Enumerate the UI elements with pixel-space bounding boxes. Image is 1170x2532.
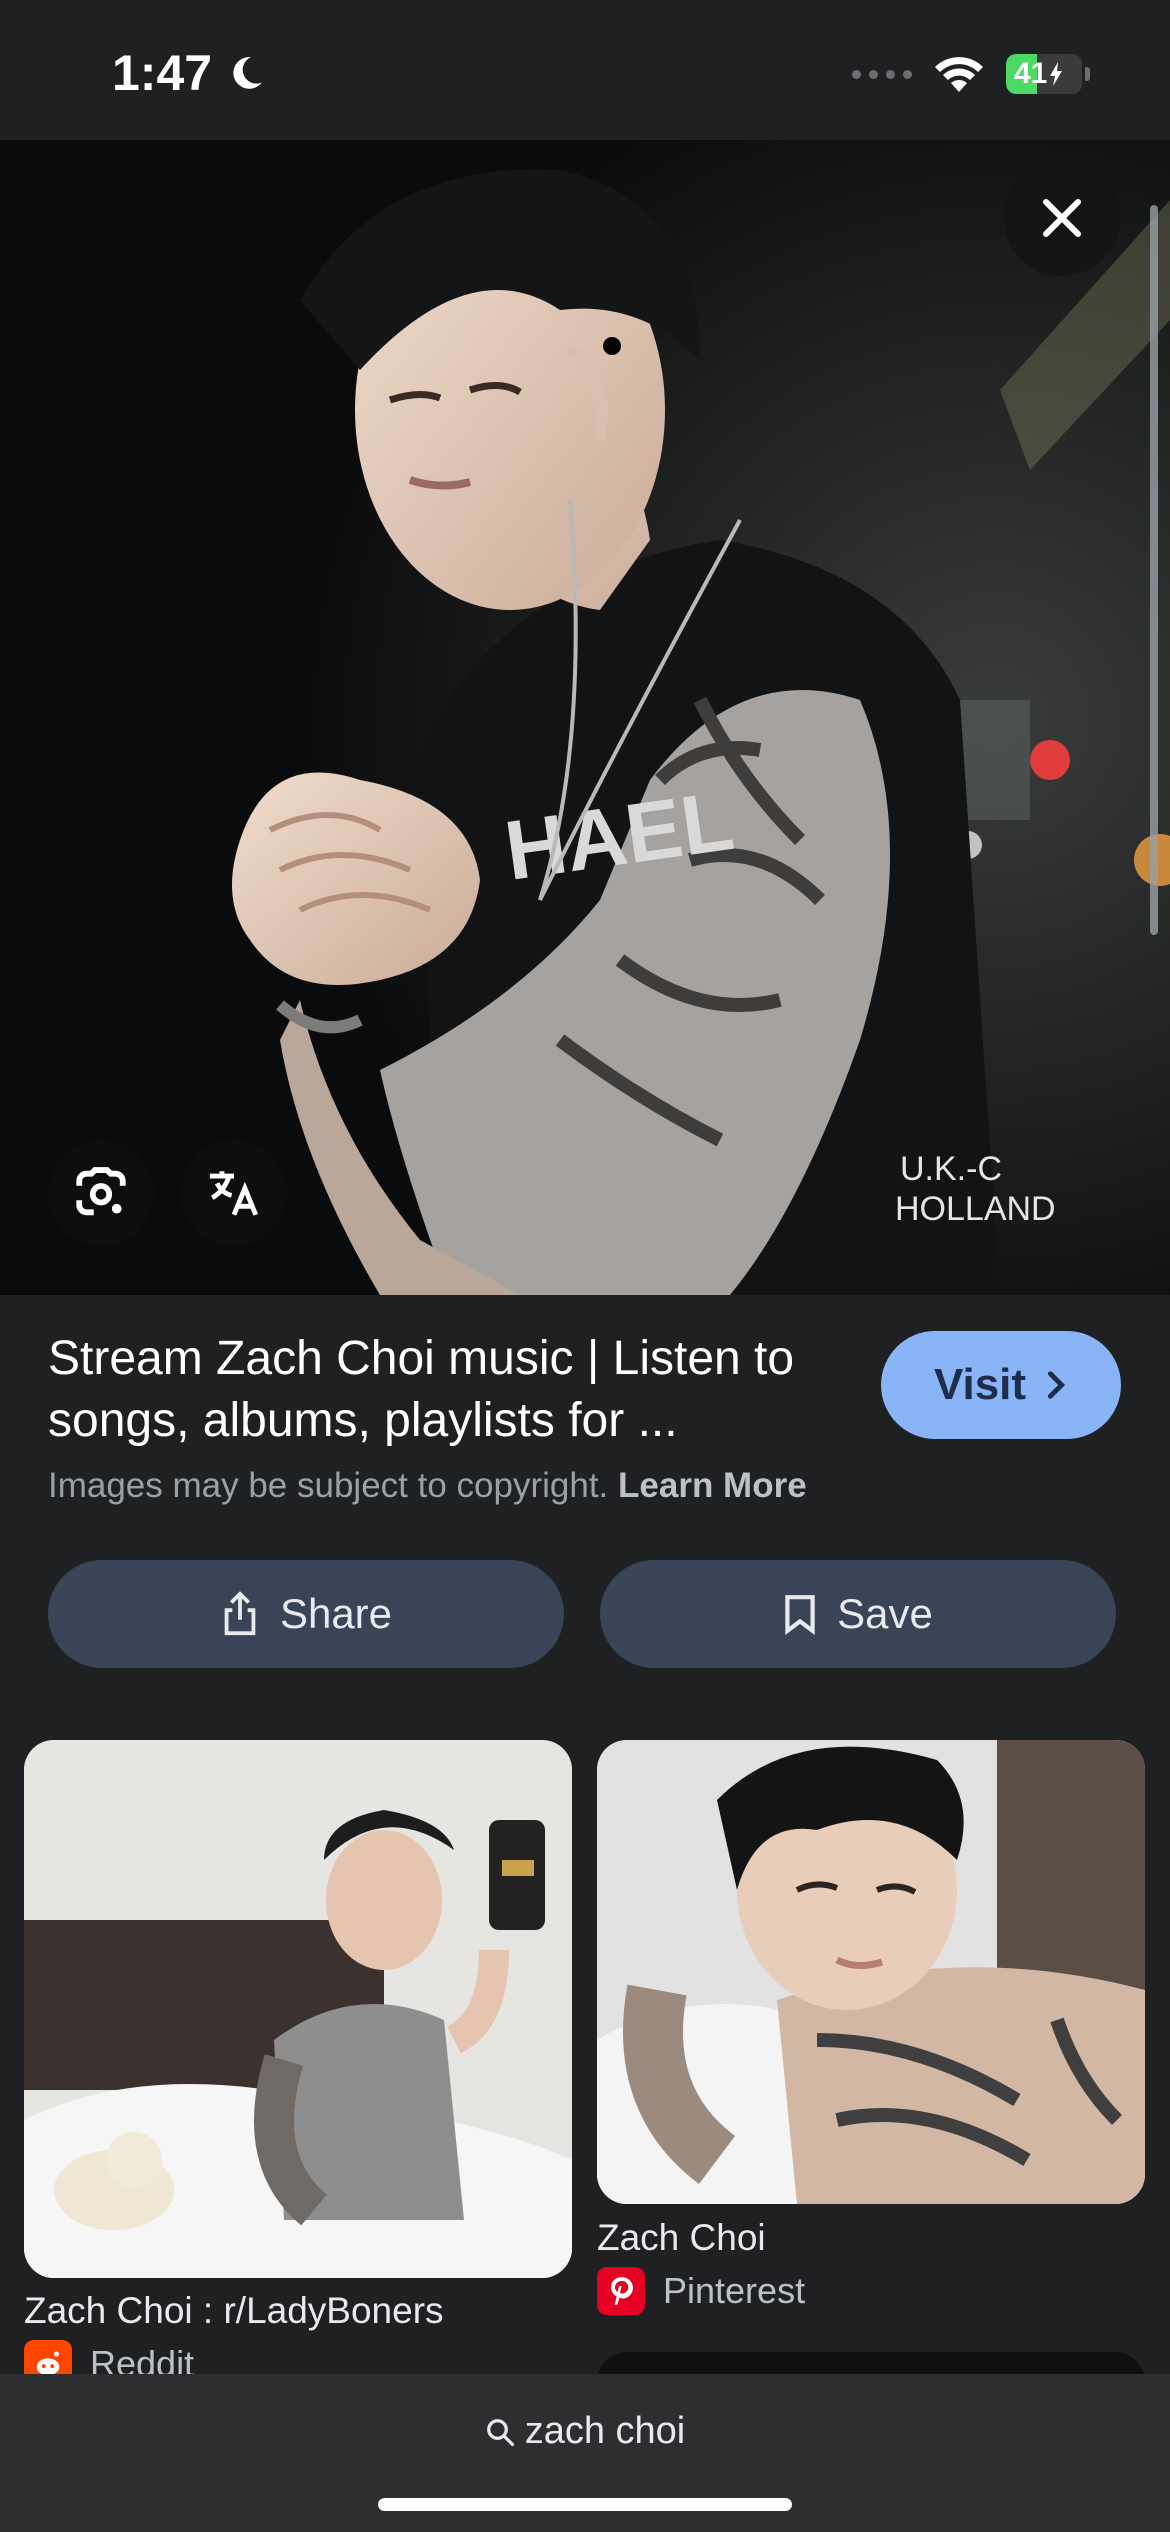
share-button[interactable]: Share xyxy=(48,1560,564,1668)
related-image-1[interactable] xyxy=(24,1740,572,2278)
moon-icon xyxy=(233,57,262,89)
bottom-search-bar: zach choi xyxy=(0,2374,1170,2532)
copyright-notice: Images may be subject to copyright. Lear… xyxy=(48,1466,807,1506)
search-query: zach choi xyxy=(524,2410,686,2452)
related-title-2[interactable]: Zach Choi xyxy=(597,2217,766,2259)
learn-more-link[interactable]: Learn More xyxy=(618,1466,807,1505)
copyright-text: Images may be subject to copyright. xyxy=(48,1466,609,1505)
main-photo: HAEL U.K.-C HOLLAND xyxy=(0,140,1170,1295)
battery-level: 41 xyxy=(1014,57,1048,90)
cellular-dots-icon xyxy=(852,69,912,79)
google-lens-icon xyxy=(76,1167,126,1216)
image-scrollbar[interactable] xyxy=(1150,205,1158,935)
chevron-right-icon xyxy=(1048,1371,1066,1399)
status-time: 1:47 xyxy=(112,44,266,102)
visit-label: Visit xyxy=(933,1360,1027,1409)
bookmark-icon xyxy=(785,1595,815,1635)
save-button[interactable]: Save xyxy=(600,1560,1116,1668)
search-icon xyxy=(486,2418,514,2446)
battery-indicator: 41 xyxy=(1006,54,1090,94)
share-label: Share xyxy=(279,1590,393,1637)
close-button[interactable] xyxy=(1004,160,1120,276)
share-icon xyxy=(224,1591,256,1636)
related-photo-1 xyxy=(24,1740,572,2278)
pinterest-icon xyxy=(597,2267,645,2315)
wifi-icon xyxy=(935,57,983,92)
related-title-1[interactable]: Zach Choi : r/LadyBoners xyxy=(24,2290,444,2332)
result-title[interactable]: Stream Zach Choi music | Listen to songs… xyxy=(48,1328,848,1452)
visit-button[interactable]: Visit xyxy=(881,1331,1121,1439)
save-label: Save xyxy=(837,1590,933,1637)
google-lens-button[interactable] xyxy=(48,1140,154,1246)
related-photo-2 xyxy=(597,1740,1145,2204)
related-image-2[interactable] xyxy=(597,1740,1145,2204)
translate-button[interactable] xyxy=(181,1140,287,1246)
status-icons: 41 xyxy=(852,54,1090,94)
home-indicator[interactable] xyxy=(378,2498,792,2511)
svg-text:U.K.-C: U.K.-C xyxy=(900,1150,1002,1188)
translate-icon xyxy=(209,1171,258,1216)
svg-text:HOLLAND: HOLLAND xyxy=(895,1190,1056,1228)
close-icon xyxy=(1043,199,1081,237)
battery-charging-icon: 41 xyxy=(1006,54,1082,94)
related-source-2[interactable]: Pinterest xyxy=(597,2267,805,2315)
related-source-label-2: Pinterest xyxy=(663,2270,806,2311)
main-image[interactable]: HAEL U.K.-C HOLLAND xyxy=(0,140,1170,1295)
clock: 1:47 xyxy=(112,45,213,101)
result-info: Stream Zach Choi music | Listen to songs… xyxy=(48,1328,848,1452)
search-query-chip[interactable]: zach choi xyxy=(0,2410,1170,2453)
status-bar: 1:47 41 xyxy=(0,0,1170,140)
